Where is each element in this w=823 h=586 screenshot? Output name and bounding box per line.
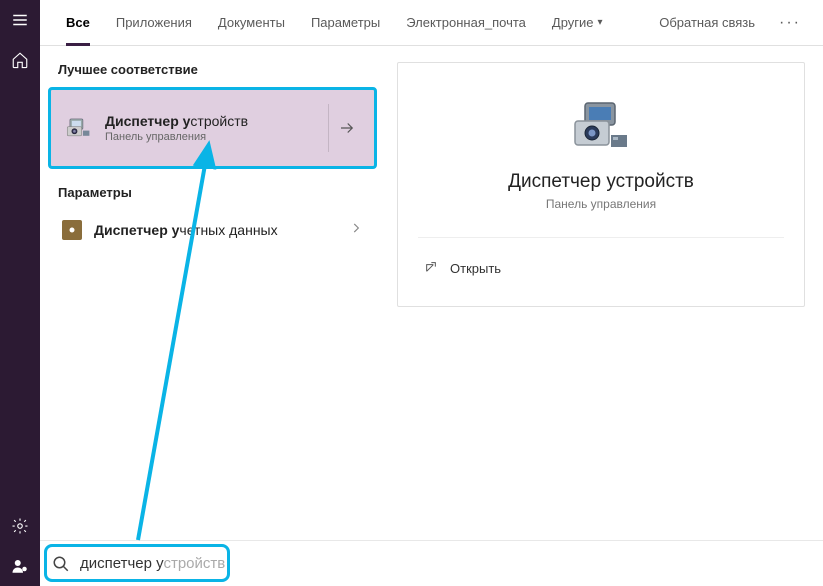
home-button[interactable] [0,40,40,80]
settings-button[interactable] [0,506,40,546]
start-rail [0,0,40,586]
open-action[interactable]: Открыть [418,254,784,282]
tab-email[interactable]: Электронная_почта [394,0,538,46]
result-title: Диспетчер учетных данных [94,222,278,238]
result-credential-manager[interactable]: Диспетчер учетных данных [48,210,377,250]
feedback-link[interactable]: Обратная связь [645,15,769,30]
detail-subtitle: Панель управления [418,197,784,211]
tab-settings[interactable]: Параметры [299,0,392,46]
search-icon [52,555,70,573]
search-bar[interactable]: диспетчер устройств [40,540,823,586]
detail-title: Диспетчер устройств [418,171,784,193]
device-manager-large-icon [571,101,631,153]
chevron-right-icon [349,221,363,240]
menu-button[interactable] [0,0,40,40]
more-options-button[interactable]: ··· [771,14,809,32]
search-results: Лучшее соответствие Диспетчер устройств … [40,46,385,586]
result-subtitle: Панель управления [105,131,248,143]
tab-all[interactable]: Все [54,0,102,46]
device-manager-icon [65,114,93,142]
hamburger-icon [11,11,29,29]
arrow-right-icon [338,119,356,137]
search-input[interactable]: диспетчер устройств [80,555,225,572]
user-icon [11,557,29,575]
chevron-down-icon: ▾ [598,17,603,28]
tab-more[interactable]: Другие▾ [540,0,615,46]
user-button[interactable] [0,546,40,586]
best-match-heading: Лучшее соответствие [40,46,385,87]
search-filter-tabs: Все Приложения Документы Параметры Элект… [40,0,823,46]
credential-manager-icon [62,220,82,240]
tab-documents[interactable]: Документы [206,0,297,46]
gear-icon [11,517,29,535]
result-device-manager[interactable]: Диспетчер устройств Панель управления [48,87,377,169]
expand-result-button[interactable] [328,104,364,152]
tab-apps[interactable]: Приложения [104,0,204,46]
result-detail-pane: Диспетчер устройств Панель управления От… [385,46,823,586]
open-icon [422,260,438,276]
settings-heading: Параметры [40,169,385,210]
result-title: Диспетчер устройств [105,113,248,129]
home-icon [11,51,29,69]
